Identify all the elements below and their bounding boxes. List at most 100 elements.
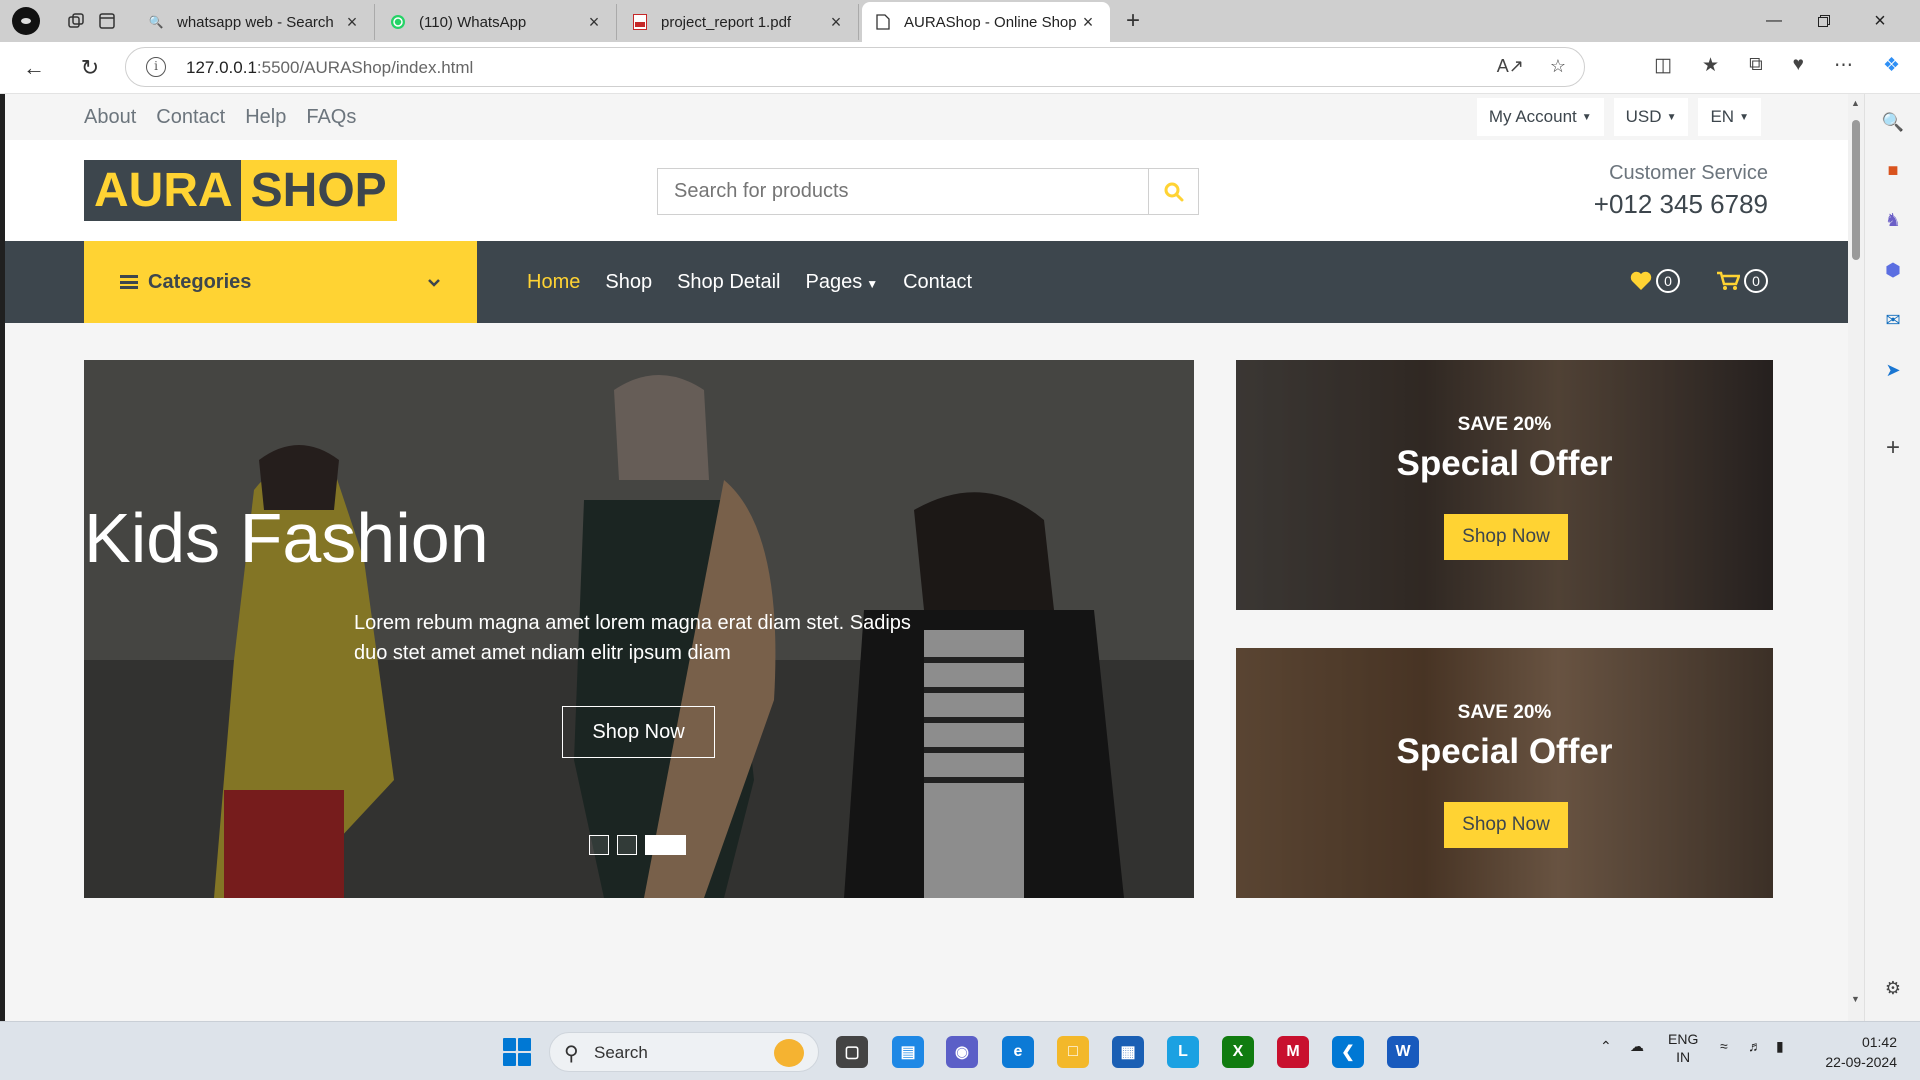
close-icon[interactable]: × bbox=[342, 12, 362, 33]
task-view-icon[interactable]: ▢ bbox=[836, 1036, 868, 1068]
copilot-icon[interactable]: ⬢ bbox=[1879, 256, 1907, 284]
windows-start-icon[interactable] bbox=[503, 1038, 531, 1066]
url-text[interactable]: 127.0.0.1:5500/AURAShop/index.html bbox=[186, 58, 473, 78]
back-icon[interactable]: ← bbox=[20, 54, 48, 82]
refresh-icon[interactable]: ↻ bbox=[76, 54, 104, 82]
search-icon bbox=[1164, 182, 1183, 201]
copilot-icon[interactable]: ❖ bbox=[1883, 54, 1900, 77]
favorite-star-icon[interactable]: ☆ bbox=[1550, 56, 1566, 77]
tab-actions-icon[interactable] bbox=[94, 8, 120, 34]
search-icon[interactable]: 🔍 bbox=[1879, 108, 1907, 136]
tab-whatsapp[interactable]: (110) WhatsApp × bbox=[377, 4, 617, 40]
send-icon[interactable]: ➤ bbox=[1879, 356, 1907, 384]
collections-icon[interactable]: ⧉ bbox=[1749, 54, 1763, 77]
top-link-faqs[interactable]: FAQs bbox=[306, 106, 356, 129]
site-header: AURA SHOP Customer Service +012 345 6789 bbox=[5, 140, 1848, 241]
close-icon[interactable]: × bbox=[826, 12, 846, 33]
cart-button[interactable]: 0 bbox=[1716, 269, 1768, 293]
page-viewport: About Contact Help FAQs My Account ▼ USD ▼… bbox=[5, 94, 1848, 1021]
vscode-icon[interactable]: ❮ bbox=[1332, 1036, 1364, 1068]
teams-chat-icon[interactable]: ◉ bbox=[946, 1036, 978, 1068]
widgets-icon[interactable]: ▤ bbox=[892, 1036, 924, 1068]
hero-title: Kids Fashion bbox=[84, 499, 489, 577]
url-field[interactable]: i 127.0.0.1:5500/AURAShop/index.html A↗ … bbox=[125, 47, 1585, 87]
page-icon bbox=[874, 13, 892, 31]
tab-bing-search[interactable]: 🔍 whatsapp web - Search × bbox=[135, 4, 375, 40]
word-icon[interactable]: W bbox=[1387, 1036, 1419, 1068]
close-icon[interactable]: × bbox=[584, 12, 604, 33]
scroll-down-icon[interactable]: ▼ bbox=[1851, 994, 1860, 1004]
top-link-contact[interactable]: Contact bbox=[156, 106, 225, 129]
wifi-icon[interactable]: ≈ bbox=[1720, 1038, 1728, 1054]
windows-taskbar: ⚲ Search ▢ ▤ ◉ e □ ▦ L X M ❮ W ⌃ ☁ ENG I… bbox=[0, 1021, 1920, 1080]
minimize-icon[interactable]: — bbox=[1754, 6, 1794, 36]
tab-pdf[interactable]: project_report 1.pdf × bbox=[619, 4, 859, 40]
cart-icon bbox=[1717, 271, 1740, 290]
offer-shop-now-button[interactable]: Shop Now bbox=[1444, 802, 1568, 848]
file-explorer-icon[interactable]: □ bbox=[1057, 1036, 1089, 1068]
outlook-icon[interactable]: ✉ bbox=[1879, 306, 1907, 334]
volume-icon[interactable]: ♬ bbox=[1748, 1038, 1762, 1054]
my-account-dropdown[interactable]: My Account ▼ bbox=[1476, 98, 1604, 136]
browser-essentials-icon[interactable]: ♥ bbox=[1793, 54, 1804, 77]
xbox-icon[interactable]: X bbox=[1222, 1036, 1254, 1068]
settings-gear-icon[interactable]: ⚙ bbox=[1879, 974, 1907, 1002]
mcafee-icon[interactable]: M bbox=[1277, 1036, 1309, 1068]
search-icon: ⚲ bbox=[564, 1043, 579, 1065]
tools-icon[interactable]: ■ bbox=[1879, 156, 1907, 184]
battery-icon[interactable]: ▮ bbox=[1776, 1038, 1784, 1055]
read-aloud-icon[interactable]: A↗ bbox=[1497, 56, 1524, 77]
offer-banner-2: SAVE 20% Special Offer Shop Now bbox=[1236, 648, 1773, 898]
info-icon[interactable]: i bbox=[146, 57, 166, 77]
taskbar-clock[interactable]: 01:42 22-09-2024 bbox=[1825, 1032, 1897, 1072]
new-tab-icon[interactable]: + bbox=[1120, 7, 1146, 34]
carousel-indicator-active[interactable] bbox=[645, 835, 686, 855]
currency-dropdown[interactable]: USD ▼ bbox=[1613, 98, 1689, 136]
taskbar-search[interactable]: ⚲ Search bbox=[549, 1032, 819, 1072]
top-link-about[interactable]: About bbox=[84, 106, 136, 129]
onedrive-icon[interactable]: ☁ bbox=[1630, 1038, 1644, 1055]
top-link-help[interactable]: Help bbox=[245, 106, 286, 129]
wishlist-button[interactable]: 0 bbox=[1630, 269, 1680, 293]
search-button[interactable] bbox=[1148, 169, 1198, 214]
favorites-icon[interactable]: ★ bbox=[1702, 54, 1719, 77]
caret-down-icon: ▼ bbox=[1581, 111, 1592, 123]
chevron-down-icon: ▼ bbox=[866, 276, 879, 291]
scroll-thumb[interactable] bbox=[1852, 120, 1860, 260]
l-app-icon[interactable]: L bbox=[1167, 1036, 1199, 1068]
split-screen-icon[interactable]: ◫ bbox=[1654, 54, 1672, 77]
carousel-indicator[interactable] bbox=[589, 835, 609, 855]
search-input[interactable] bbox=[658, 169, 1148, 214]
profile-avatar[interactable] bbox=[12, 7, 40, 35]
search-highlight-icon bbox=[774, 1039, 804, 1067]
microsoft-store-icon[interactable]: ▦ bbox=[1112, 1036, 1144, 1068]
nav-shop-detail[interactable]: Shop Detail bbox=[677, 271, 780, 294]
offer-banner-1: SAVE 20% Special Offer Shop Now bbox=[1236, 360, 1773, 610]
nav-home[interactable]: Home bbox=[527, 271, 580, 294]
nav-pages[interactable]: Pages ▼ bbox=[805, 271, 878, 294]
nav-shop[interactable]: Shop bbox=[605, 271, 652, 294]
close-icon[interactable]: × bbox=[1078, 12, 1098, 33]
workspaces-icon[interactable] bbox=[63, 8, 89, 34]
close-window-icon[interactable]: × bbox=[1860, 6, 1900, 36]
categories-dropdown[interactable]: Categories bbox=[84, 241, 477, 323]
games-icon[interactable]: ♞ bbox=[1879, 206, 1907, 234]
offer-shop-now-button[interactable]: Shop Now bbox=[1444, 514, 1568, 560]
hero-shop-now-button[interactable]: Shop Now bbox=[562, 706, 715, 758]
tab-aurashop[interactable]: AURAShop - Online Shop Website × bbox=[862, 2, 1110, 42]
carousel-indicators bbox=[589, 835, 686, 855]
page-scrollbar[interactable]: ▲ ▼ bbox=[1848, 94, 1864, 1021]
language-indicator[interactable]: ENG IN bbox=[1668, 1030, 1698, 1066]
more-icon[interactable]: ⋯ bbox=[1834, 54, 1853, 77]
add-icon[interactable]: + bbox=[1879, 434, 1907, 462]
restore-icon[interactable] bbox=[1804, 6, 1844, 36]
edge-icon[interactable]: e bbox=[1002, 1036, 1034, 1068]
scroll-up-icon[interactable]: ▲ bbox=[1851, 98, 1860, 108]
hero-text: Lorem rebum magna amet lorem magna erat … bbox=[354, 612, 911, 664]
carousel-indicator[interactable] bbox=[617, 835, 637, 855]
language-dropdown[interactable]: EN ▼ bbox=[1698, 98, 1761, 136]
nav-contact[interactable]: Contact bbox=[903, 271, 972, 294]
tray-overflow-icon[interactable]: ⌃ bbox=[1600, 1038, 1612, 1055]
site-logo[interactable]: AURA SHOP bbox=[84, 160, 397, 221]
top-bar: About Contact Help FAQs My Account ▼ USD ▼… bbox=[5, 94, 1848, 140]
